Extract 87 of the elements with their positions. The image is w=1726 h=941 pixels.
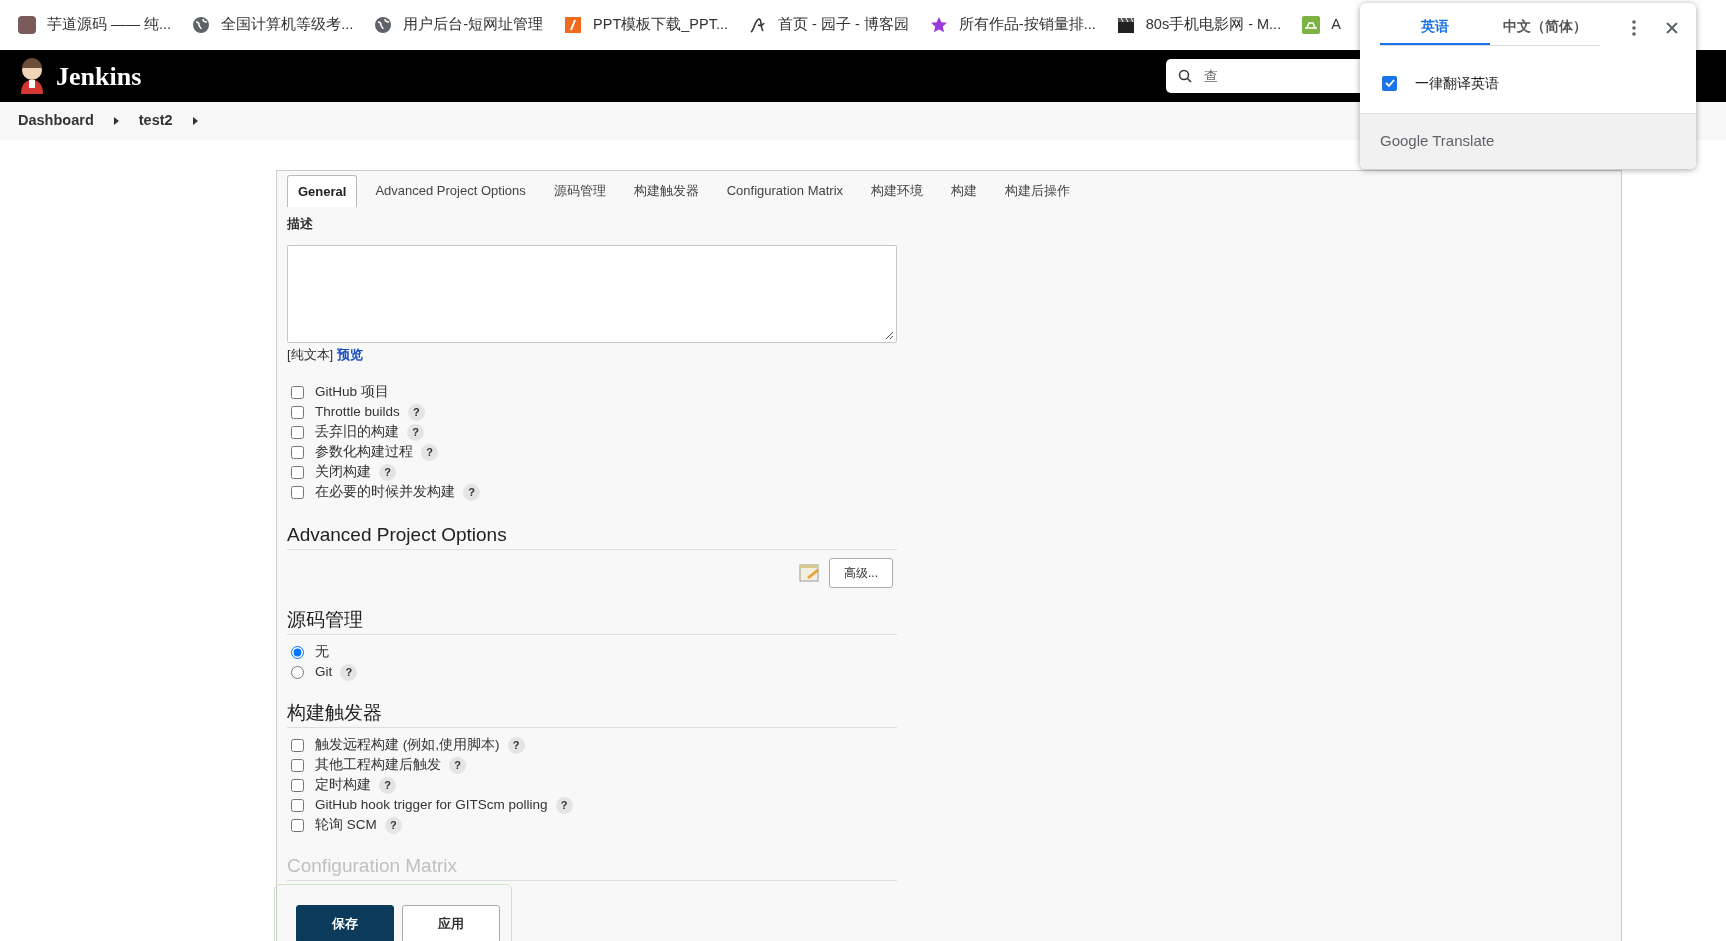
section-heading: Configuration Matrix xyxy=(287,854,458,876)
format-note: [纯文本] xyxy=(287,346,334,364)
preview-link[interactable]: 预览 xyxy=(337,345,364,365)
section-heading: 构建触发器 xyxy=(287,701,382,723)
tab[interactable]: 构建后操作 xyxy=(995,175,1081,207)
checkbox[interactable] xyxy=(291,799,304,812)
checkbox[interactable] xyxy=(291,819,304,832)
tab[interactable]: Advanced Project Options xyxy=(365,175,536,207)
bookmark[interactable]: 全国计算机等级考... xyxy=(192,14,354,36)
butler-logo-icon xyxy=(18,58,46,94)
option-label: 参数化构建过程 xyxy=(315,443,413,462)
option-label: 丢弃旧的构建 xyxy=(315,423,399,442)
checkbox[interactable] xyxy=(291,426,304,439)
checkbox[interactable] xyxy=(291,386,304,399)
option-label: 轮询 SCM xyxy=(315,816,377,835)
tab[interactable]: 构建触发器 xyxy=(623,175,709,207)
chevron-icon[interactable] xyxy=(192,117,198,125)
bookmark[interactable]: 芋道源码 —— 纯... xyxy=(18,14,172,36)
option-label: GitHub 项目 xyxy=(315,383,389,402)
option-label: 在必要的时候并发构建 xyxy=(315,483,455,502)
bookmark[interactable]: 首页 - 园子 - 博客园 xyxy=(749,14,909,36)
search-icon xyxy=(1178,69,1192,83)
slide-icon xyxy=(564,16,583,34)
help-button[interactable]: ? xyxy=(463,484,480,501)
help-button[interactable]: ? xyxy=(449,757,466,774)
resize-handle-icon xyxy=(885,331,894,340)
bookmark[interactable]: 80s手机电影网 - M... xyxy=(1116,14,1282,36)
help-button[interactable]: ? xyxy=(340,664,358,681)
checkbox[interactable] xyxy=(291,739,304,752)
star-icon xyxy=(929,16,948,34)
option-label: GitHub hook trigger for GITScm polling xyxy=(315,796,548,815)
checkbox[interactable] xyxy=(291,759,304,772)
checkbox[interactable] xyxy=(291,446,304,459)
advanced-button[interactable]: 高级... xyxy=(829,557,893,588)
tab[interactable]: 构建 xyxy=(941,175,988,207)
option-label: 一律翻译英语 xyxy=(1415,73,1499,93)
tab[interactable]: 源码管理 xyxy=(543,175,616,207)
bookmark[interactable]: A xyxy=(1302,14,1341,36)
option-label: 触发远程构建 (例如,使用脚本) xyxy=(315,736,500,755)
option-label: Git xyxy=(315,663,333,682)
field-label: 描述 xyxy=(287,216,313,231)
checkbox[interactable] xyxy=(291,406,304,419)
option-label: Throttle builds xyxy=(315,403,400,422)
help-button[interactable]: ? xyxy=(407,404,425,421)
section-heading: 源码管理 xyxy=(287,608,363,630)
option-label: 定时构建 xyxy=(315,776,371,795)
checkmark-icon xyxy=(1384,79,1395,87)
option-label: 无 xyxy=(315,643,329,662)
tab[interactable]: General xyxy=(287,175,358,207)
section-heading: Advanced Project Options xyxy=(287,523,507,545)
bookmark[interactable]: 所有作品-按销量排... xyxy=(929,14,1096,36)
globe-icon xyxy=(374,16,393,34)
help-button[interactable]: ? xyxy=(407,424,424,441)
help-button[interactable]: ? xyxy=(384,817,402,834)
radio-button[interactable] xyxy=(291,666,304,679)
globe-icon xyxy=(192,16,211,34)
checkbox[interactable] xyxy=(291,486,304,499)
chevron-icon[interactable] xyxy=(113,117,119,125)
tab[interactable]: 构建环境 xyxy=(861,175,934,207)
checkbox[interactable] xyxy=(291,466,304,479)
help-button[interactable]: ? xyxy=(379,464,396,481)
language-tab[interactable]: 英语 xyxy=(1380,10,1490,45)
help-button[interactable]: ? xyxy=(379,777,396,794)
bookmark[interactable]: PPT模板下载_PPT... xyxy=(564,14,729,36)
apply-button[interactable]: 应用 xyxy=(402,905,500,941)
checkbox[interactable] xyxy=(1382,75,1397,91)
script-icon xyxy=(749,16,768,34)
notepad-pencil-icon xyxy=(799,562,821,583)
language-tab[interactable]: 中文（简体） xyxy=(1490,10,1600,45)
option-label: 其他工程构建后触发 xyxy=(315,756,441,775)
more-options-icon[interactable] xyxy=(1632,20,1636,36)
checkbox[interactable] xyxy=(291,779,304,792)
avatar-icon xyxy=(18,16,36,34)
help-button[interactable]: ? xyxy=(507,737,525,754)
radio-button[interactable] xyxy=(291,646,304,659)
help-button[interactable]: ? xyxy=(421,444,438,461)
tab[interactable]: Configuration Matrix xyxy=(716,175,854,207)
help-button[interactable]: ? xyxy=(555,797,573,814)
google-translate-logo: Google Translate xyxy=(1380,131,1495,152)
app-title[interactable]: Jenkins xyxy=(56,56,142,96)
breadcrumb-link[interactable]: test2 xyxy=(138,110,173,132)
bookmark[interactable]: 用户后台-短网址管理 xyxy=(374,14,544,36)
breadcrumb-link[interactable]: Dashboard xyxy=(18,110,94,132)
clapperboard-icon xyxy=(1116,16,1135,34)
save-button[interactable]: 保存 xyxy=(296,905,394,941)
option-label: 关闭构建 xyxy=(315,463,371,482)
close-icon[interactable] xyxy=(1666,22,1678,34)
